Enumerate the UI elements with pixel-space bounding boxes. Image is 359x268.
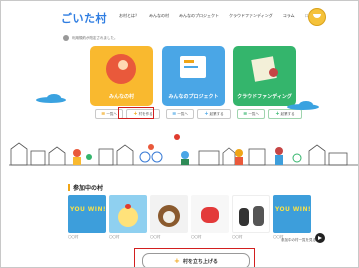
section-title: 参加中の村	[68, 183, 103, 192]
cloud-decoration	[299, 101, 313, 109]
you-win-text: YOU WIN!	[70, 206, 106, 213]
app-window: ごいた村 お村とは？ みんなの村 みんなのプロジェクト クラウドファンディング …	[0, 0, 359, 268]
highlight-box	[134, 248, 255, 267]
list-icon: ≡	[172, 111, 177, 117]
see-all-link[interactable]: 参加中の村一覧を見る	[281, 238, 316, 243]
board-line	[184, 66, 198, 68]
info-icon	[63, 35, 69, 41]
crowdfunding-create-label: 起業する	[280, 111, 295, 116]
person-illustration	[253, 206, 264, 226]
crowdfunding-list-label: 一覧へ	[248, 111, 259, 116]
card-crowdfunding-label: クラウドファンディング	[237, 94, 292, 100]
section-title-text: 参加中の村	[73, 185, 104, 192]
town-illustration	[9, 134, 358, 166]
card-crowdfunding-actions: ≡ 一覧へ + 起業する	[237, 109, 302, 119]
village-caption: 〇〇村	[68, 235, 79, 239]
village-caption: 〇〇村	[150, 235, 161, 239]
nav-column[interactable]: コラム	[283, 13, 295, 19]
plus-icon: +	[275, 111, 280, 117]
arrow-right-icon[interactable]	[315, 233, 325, 243]
villages-list-label: 一覧へ	[106, 111, 117, 116]
chick-illustration	[118, 207, 138, 227]
village-thumb[interactable]: YOU WIN!	[273, 195, 311, 233]
card-villages[interactable]: みんなの村	[90, 46, 153, 106]
header: ごいた村 お村とは？ みんなの村 みんなのプロジェクト クラウドファンディング …	[1, 1, 358, 31]
cloud-decoration	[47, 94, 61, 102]
village-thumb[interactable]	[232, 195, 270, 233]
main-nav: お村とは？ みんなの村 みんなのプロジェクト クラウドファンディング コラム ロ…	[119, 13, 321, 19]
card-villages-label: みんなの村	[108, 94, 134, 100]
nav-villages[interactable]: みんなの村	[149, 13, 169, 19]
village-caption: 〇〇村	[191, 235, 202, 239]
plus-icon: +	[204, 111, 209, 117]
village-caption: 〇〇村	[232, 235, 243, 239]
site-logo[interactable]: ごいた村	[61, 10, 107, 26]
card-projects[interactable]: みんなのプロジェクト	[162, 46, 225, 106]
crowdfunding-create-button[interactable]: + 起業する	[268, 109, 302, 119]
face-illustration	[118, 60, 128, 70]
board-line	[184, 60, 194, 63]
joined-villages-list: YOU WIN! YOU WIN!	[68, 195, 311, 233]
village-thumb[interactable]	[109, 195, 147, 233]
crowdfunding-list-button[interactable]: ≡ 一覧へ	[237, 109, 265, 119]
card-projects-actions: ≡ 一覧へ + 起業する	[166, 109, 231, 119]
logo-text: ごいた村	[61, 12, 107, 25]
dog-face	[163, 211, 175, 223]
hand-illustration	[269, 68, 278, 77]
nav-about[interactable]: お村とは？	[119, 13, 139, 19]
nav-crowdfunding[interactable]: クラウドファンディング	[229, 13, 273, 19]
section-bar	[68, 184, 70, 191]
nav-projects[interactable]: みんなのプロジェクト	[179, 13, 219, 19]
chick-comb	[125, 204, 131, 209]
you-win-text: YOU WIN!	[275, 206, 311, 213]
projects-list-label: 一覧へ	[177, 111, 188, 116]
user-avatar[interactable]	[308, 8, 326, 26]
person-illustration	[239, 208, 249, 226]
village-thumb[interactable]	[150, 195, 188, 233]
projects-create-button[interactable]: + 起業する	[197, 109, 231, 119]
projects-create-label: 起業する	[209, 111, 224, 116]
village-thumb[interactable]	[191, 195, 229, 233]
projects-list-button[interactable]: ≡ 一覧へ	[166, 109, 194, 119]
heart-illustration	[201, 207, 219, 223]
village-thumb[interactable]: YOU WIN!	[68, 195, 106, 233]
notice-bar: 利用規約が改定されました。	[63, 35, 118, 41]
list-icon: ≡	[101, 111, 106, 117]
list-icon: ≡	[243, 111, 248, 117]
card-crowdfunding[interactable]: クラウドファンディング	[233, 46, 296, 106]
village-caption: 〇〇村	[109, 235, 120, 239]
highlight-box	[118, 107, 154, 119]
card-projects-label: みんなのプロジェクト	[168, 94, 219, 100]
notice-text[interactable]: 利用規約が改定されました。	[72, 36, 118, 41]
